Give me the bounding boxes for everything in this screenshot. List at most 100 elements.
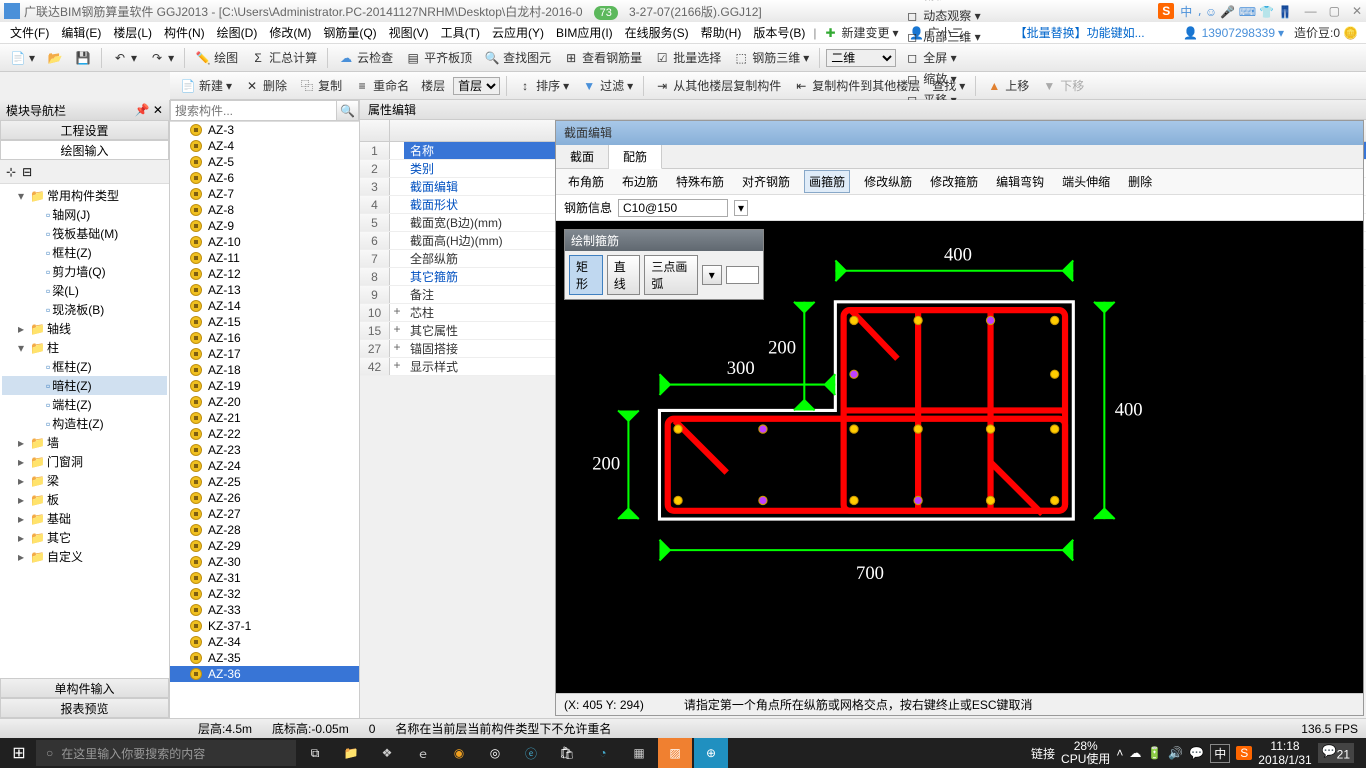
list-item[interactable]: AZ-14 bbox=[170, 298, 359, 314]
delete-button[interactable]: ✕删除 bbox=[240, 75, 291, 96]
notification-badge[interactable]: 💬21 bbox=[1318, 743, 1354, 762]
menu-item[interactable]: 编辑(E) bbox=[55, 24, 107, 42]
sogou-tray[interactable]: S bbox=[1236, 746, 1252, 760]
menu-item[interactable]: 钢筋量(Q) bbox=[317, 24, 382, 42]
nav-tree[interactable]: ▾📁常用构件类型▫轴网(J)▫筏板基础(M)▫框柱(Z)▫剪力墙(Q)▫梁(L)… bbox=[0, 184, 169, 678]
tree-item[interactable]: ▾📁柱 bbox=[2, 338, 167, 357]
app-icon-6[interactable]: ⊕ bbox=[694, 738, 728, 768]
tree-item[interactable]: ▸📁门窗洞 bbox=[2, 452, 167, 471]
menu-item[interactable]: 文件(F) bbox=[4, 24, 55, 42]
move-down-button[interactable]: ▼下移 bbox=[1037, 75, 1088, 96]
tree-item[interactable]: ▾📁常用构件类型 bbox=[2, 186, 167, 205]
search-input[interactable] bbox=[170, 100, 337, 121]
maximize-button[interactable]: ▢ bbox=[1329, 4, 1340, 18]
tree-collapse-icon[interactable]: ⊟ bbox=[22, 165, 32, 179]
list-item[interactable]: AZ-32 bbox=[170, 586, 359, 602]
menu-item[interactable]: 楼层(L) bbox=[107, 24, 158, 42]
section-tool-button[interactable]: 画箍筋 bbox=[804, 170, 850, 193]
list-item[interactable]: AZ-18 bbox=[170, 362, 359, 378]
section-canvas[interactable]: 绘制箍筋 矩形直线三点画弧▾ bbox=[556, 221, 1363, 693]
phone-button[interactable]: 👤13907298339 ▾ bbox=[1179, 23, 1288, 43]
section-tab[interactable]: 配筋 bbox=[609, 145, 662, 169]
new-comp-button[interactable]: 📄新建 ▾ bbox=[176, 75, 236, 96]
list-item[interactable]: AZ-34 bbox=[170, 634, 359, 650]
tree-item[interactable]: ▫梁(L) bbox=[2, 281, 167, 300]
list-item[interactable]: AZ-30 bbox=[170, 554, 359, 570]
app-icon-5[interactable]: ▨ bbox=[658, 738, 692, 768]
section-tool-button[interactable]: 删除 bbox=[1124, 171, 1156, 192]
list-item[interactable]: AZ-29 bbox=[170, 538, 359, 554]
nav-section-single[interactable]: 单构件输入 bbox=[0, 678, 169, 698]
start-button[interactable]: ⊞ bbox=[4, 738, 34, 768]
tree-item[interactable]: ▸📁板 bbox=[2, 490, 167, 509]
rebar-info-input[interactable] bbox=[618, 199, 728, 217]
nav-section-settings[interactable]: 工程设置 bbox=[0, 120, 169, 140]
open-button[interactable]: 📂 bbox=[43, 48, 67, 68]
view-rebar-button[interactable]: ⊞查看钢筋量 bbox=[559, 47, 646, 68]
tree-item[interactable]: ▸📁自定义 bbox=[2, 547, 167, 566]
list-item[interactable]: KZ-37-1 bbox=[170, 618, 359, 634]
menu-item[interactable]: 在线服务(S) bbox=[619, 24, 695, 42]
tree-item[interactable]: ▸📁墙 bbox=[2, 433, 167, 452]
section-tool-button[interactable]: 编辑弯钩 bbox=[992, 171, 1048, 192]
sum-button[interactable]: Σ汇总计算 bbox=[246, 47, 321, 68]
menu-item[interactable]: 绘图(D) bbox=[211, 24, 264, 42]
menu-item[interactable]: 帮助(H) bbox=[695, 24, 748, 42]
tree-item[interactable]: ▫框柱(Z) bbox=[2, 243, 167, 262]
pin-icon[interactable]: 📌 ✕ bbox=[135, 103, 163, 117]
tray-up-icon[interactable]: ˄ bbox=[1116, 746, 1123, 760]
list-item[interactable]: AZ-27 bbox=[170, 506, 359, 522]
menu-item[interactable]: BIM应用(I) bbox=[550, 24, 619, 42]
copy-to-floor-button[interactable]: ⇤复制构件到其他楼层 bbox=[789, 75, 924, 96]
tree-item[interactable]: ▫现浇板(B) bbox=[2, 300, 167, 319]
list-item[interactable]: AZ-21 bbox=[170, 410, 359, 426]
dropdown-icon[interactable]: ▾ bbox=[734, 200, 748, 216]
list-item[interactable]: AZ-11 bbox=[170, 250, 359, 266]
explorer-icon[interactable]: 📁 bbox=[334, 738, 368, 768]
tree-item[interactable]: ▸📁其它 bbox=[2, 528, 167, 547]
list-item[interactable]: AZ-19 bbox=[170, 378, 359, 394]
section-tool-button[interactable]: 修改纵筋 bbox=[860, 171, 916, 192]
section-tab[interactable]: 截面 bbox=[556, 145, 609, 168]
ime-tray[interactable]: 中 bbox=[1210, 744, 1230, 763]
undo-button[interactable]: ↶▾ bbox=[108, 48, 141, 68]
list-item[interactable]: AZ-9 bbox=[170, 218, 359, 234]
view-button[interactable]: ◻全屏 ▾ bbox=[900, 47, 984, 68]
search-button[interactable]: 🔍 bbox=[337, 100, 359, 121]
battery-icon[interactable]: 🔋 bbox=[1147, 746, 1162, 760]
onedrive-icon[interactable]: ☁ bbox=[1129, 746, 1141, 760]
menu-item[interactable]: 版本号(B) bbox=[747, 24, 811, 42]
copy-from-floor-button[interactable]: ⇥从其他楼层复制构件 bbox=[650, 75, 785, 96]
list-item[interactable]: AZ-33 bbox=[170, 602, 359, 618]
batch-replace-link[interactable]: 【批量替换】功能键如... bbox=[1015, 24, 1145, 41]
tree-item[interactable]: ▫构造柱(Z) bbox=[2, 414, 167, 433]
find-button[interactable]: 查找 ▾ bbox=[928, 75, 969, 96]
link-status[interactable]: 链接 bbox=[1031, 745, 1055, 762]
tree-item[interactable]: ▫剪力墙(Q) bbox=[2, 262, 167, 281]
view-mode-select[interactable]: 二维 bbox=[826, 49, 896, 67]
list-item[interactable]: AZ-26 bbox=[170, 490, 359, 506]
list-item[interactable]: AZ-8 bbox=[170, 202, 359, 218]
app-icon-2[interactable]: ◉ bbox=[442, 738, 476, 768]
rename-button[interactable]: ≡重命名 bbox=[350, 75, 413, 96]
tree-expand-icon[interactable]: ⊹ bbox=[6, 165, 16, 179]
list-item[interactable]: AZ-22 bbox=[170, 426, 359, 442]
list-item[interactable]: AZ-3 bbox=[170, 122, 359, 138]
store-icon[interactable]: 🛍 bbox=[550, 738, 584, 768]
save-button[interactable]: 💾 bbox=[71, 48, 95, 68]
list-item[interactable]: AZ-13 bbox=[170, 282, 359, 298]
list-item[interactable]: AZ-16 bbox=[170, 330, 359, 346]
list-item[interactable]: AZ-7 bbox=[170, 186, 359, 202]
volume-icon[interactable]: 🔊 bbox=[1168, 746, 1183, 760]
minimize-button[interactable]: — bbox=[1305, 4, 1317, 18]
nav-section-draw[interactable]: 绘图输入 bbox=[0, 140, 169, 160]
list-item[interactable]: AZ-35 bbox=[170, 650, 359, 666]
new-file-button[interactable]: 📄▾ bbox=[6, 48, 39, 68]
tree-item[interactable]: ▸📁梁 bbox=[2, 471, 167, 490]
align-top-button[interactable]: ▤平齐板顶 bbox=[401, 47, 476, 68]
list-item[interactable]: AZ-25 bbox=[170, 474, 359, 490]
view-button[interactable]: ◻局部三维 ▾ bbox=[900, 26, 984, 47]
color-swatch[interactable] bbox=[726, 266, 759, 284]
tree-item[interactable]: ▫轴网(J) bbox=[2, 205, 167, 224]
app-icon-3[interactable]: ◔ bbox=[586, 738, 620, 768]
